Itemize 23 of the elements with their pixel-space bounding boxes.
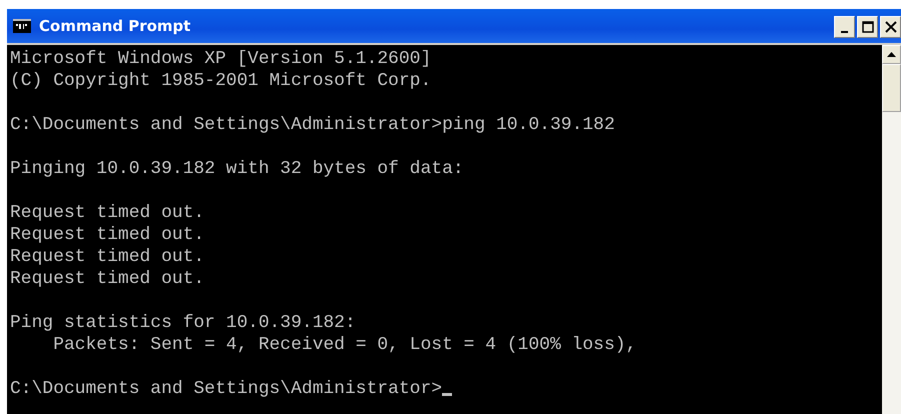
scroll-up-button[interactable] <box>882 45 901 64</box>
up-arrow-icon <box>887 52 896 57</box>
minimize-button[interactable] <box>834 16 855 38</box>
scroll-thumb[interactable] <box>882 64 901 112</box>
console-line: C:\Documents and Settings\Administrator>ping 10.0.39.182 <box>10 114 615 136</box>
console-line: Ping statistics for 10.0.39.182: <box>10 312 356 334</box>
close-button[interactable] <box>880 16 901 38</box>
console-line: Pinging 10.0.39.182 with 32 bytes of data: <box>10 158 464 180</box>
window-title: Command Prompt <box>39 17 191 35</box>
maximize-button[interactable] <box>857 16 878 38</box>
console-app-icon <box>13 19 31 33</box>
minimize-icon <box>841 31 848 33</box>
maximize-icon <box>862 21 874 33</box>
vertical-scrollbar[interactable] <box>882 45 901 414</box>
console-line: Request timed out. <box>10 246 204 268</box>
console-line: Request timed out. <box>10 202 204 224</box>
console-line: Microsoft Windows XP [Version 5.1.2600] <box>10 48 432 70</box>
close-icon <box>884 21 896 33</box>
console-line: Request timed out. <box>10 224 204 246</box>
console-line: C:\Documents and Settings\Administrator> <box>10 378 442 400</box>
console-line: Request timed out. <box>10 268 204 290</box>
console-line: (C) Copyright 1985-2001 Microsoft Corp. <box>10 70 432 92</box>
console-line: Packets: Sent = 4, Received = 0, Lost = 4 (100% loss), <box>52 334 637 356</box>
